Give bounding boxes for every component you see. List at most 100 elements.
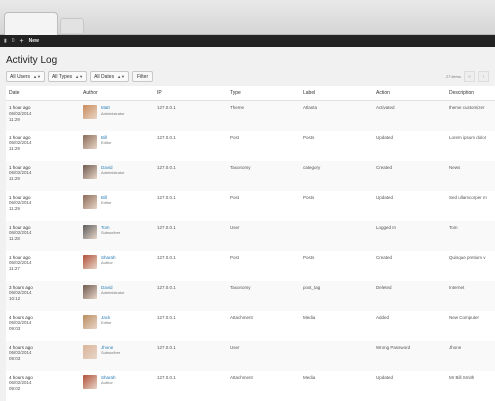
author-role: Editor <box>101 320 112 326</box>
type-cell: Post <box>230 194 240 200</box>
author-cell: Jhone Subscriber <box>80 341 154 371</box>
author-cell: Matt Administrator <box>80 101 154 131</box>
author-cell: Tom Subscriber <box>80 221 154 251</box>
author-role: Author <box>101 380 113 386</box>
avatar <box>83 134 97 149</box>
avatar <box>83 105 97 119</box>
time-value: 09:03 <box>9 326 21 332</box>
description-cell: Quisque pretium v <box>449 254 486 260</box>
label-cell: Media <box>303 314 316 320</box>
ip-cell: 127.0.0.1 <box>157 105 176 110</box>
action-cell: Activated <box>376 105 395 110</box>
filter-button[interactable]: Filter <box>132 71 154 82</box>
description-cell: Lorem ipsum dolor <box>449 134 487 140</box>
description-cell: Sed ullamcorper m <box>449 194 487 200</box>
table-row: 1 hour ago 06/02/2014 11:28 Tom Subscriber 12… <box>6 220 495 251</box>
plus-icon[interactable]: + <box>20 38 24 45</box>
type-cell: User <box>230 344 240 350</box>
author-role: Subscriber <box>101 230 121 236</box>
pagination: 27 items « ‹ <box>446 71 489 82</box>
label-cell <box>300 341 373 371</box>
column-header-description[interactable]: Description <box>446 86 495 101</box>
first-page-button[interactable]: « <box>464 71 475 82</box>
type-cell: Attachment <box>230 314 253 320</box>
action-cell: Wrong Password <box>376 344 411 350</box>
author-cell: Bill Editor <box>80 131 154 161</box>
ip-cell: 127.0.0.1 <box>157 344 176 350</box>
ip-cell: 127.0.0.1 <box>157 374 176 380</box>
date-cell: 1 hour ago 06/02/2014 11:27 <box>6 251 80 281</box>
date-cell: 4 hours ago 06/02/2014 09:03 <box>6 311 80 341</box>
browser-tab[interactable] <box>4 12 58 35</box>
avatar <box>83 374 97 389</box>
label-cell: Atlanta <box>303 105 318 110</box>
type-cell: User <box>230 224 240 230</box>
avatar <box>83 254 97 269</box>
ip-cell: 127.0.0.1 <box>157 164 176 170</box>
select-arrows-icon: ▲▼ <box>117 74 125 79</box>
date-cell: 3 hours ago 06/02/2014 10:12 <box>6 281 80 311</box>
label-cell: Media <box>303 374 316 380</box>
description-cell: theme customizer <box>449 105 485 110</box>
action-cell: Created <box>376 164 393 170</box>
new-tab-button[interactable] <box>60 18 84 33</box>
avatar <box>83 314 97 329</box>
author-role: Administrator <box>101 110 125 116</box>
time-value: 11:29 <box>9 176 20 182</box>
label-cell: Posts <box>303 134 315 140</box>
column-header-action[interactable]: Action <box>373 86 446 101</box>
avatar <box>83 284 97 299</box>
comments-count[interactable]: 0 <box>12 38 15 44</box>
table-row: 1 hour ago 06/02/2014 11:29 Matt Administrat… <box>6 100 495 131</box>
label-cell: post_tag <box>303 284 321 290</box>
action-cell: Updated <box>376 374 394 380</box>
column-header-type[interactable]: Type <box>227 86 300 101</box>
prev-page-button[interactable]: ‹ <box>478 71 489 82</box>
main-content: Activity Log All Users ▲▼ All Types ▲▼ All… <box>0 47 495 401</box>
time-value: 11:27 <box>9 266 20 272</box>
time-value: 10:12 <box>9 296 21 302</box>
column-header-label[interactable]: Label <box>300 86 373 101</box>
action-cell: Updated <box>376 134 394 140</box>
ip-cell: 127.0.0.1 <box>157 224 176 230</box>
date-cell: 1 hour ago 06/02/2014 11:29 <box>6 101 80 131</box>
table-row: 1 hour ago 06/02/2014 11:27 Sharah Author 127… <box>6 251 495 281</box>
time-value: 09:02 <box>9 386 21 392</box>
label-cell <box>300 221 373 251</box>
time-value: 11:28 <box>9 236 20 242</box>
page-title: Activity Log <box>6 55 58 66</box>
new-menu-label[interactable]: New <box>29 38 39 44</box>
types-filter-select[interactable]: All Types ▲▼ <box>47 71 88 82</box>
dates-filter-select[interactable]: All Dates ▲▼ <box>90 71 129 82</box>
select-arrows-icon: ▲▼ <box>33 74 41 79</box>
users-filter-select[interactable]: All Users ▲▼ <box>6 71 45 82</box>
author-cell: David Administrator <box>80 161 154 191</box>
column-header-author[interactable]: Author <box>80 86 154 101</box>
type-cell: Post <box>230 134 240 140</box>
label-cell: Posts <box>303 194 315 200</box>
avatar <box>83 164 97 179</box>
table-row: 1 hour ago 06/02/2014 11:29 Bill Editor 127.0… <box>6 191 495 221</box>
action-cell: Created <box>376 254 393 260</box>
date-cell: 1 hour ago 06/02/2014 11:29 <box>6 131 80 161</box>
action-cell: Added <box>376 314 390 320</box>
ip-cell: 127.0.0.1 <box>157 284 176 290</box>
description-cell: Tom <box>449 224 458 230</box>
ip-cell: 127.0.0.1 <box>157 314 176 320</box>
avatar <box>83 194 97 209</box>
author-role: Editor <box>101 200 112 206</box>
column-header-date[interactable]: Date <box>6 86 80 101</box>
browser-chrome <box>0 0 495 35</box>
comment-icon[interactable]: ▮ <box>4 38 7 44</box>
table-row: 3 hours ago 06/02/2014 10:12 David Administr… <box>6 280 495 311</box>
ip-cell: 127.0.0.1 <box>157 134 176 140</box>
author-cell: Jack Editor <box>80 311 154 341</box>
author-role: Editor <box>101 140 112 146</box>
table-header-row: Date Author IP Type Label Action Descrip… <box>6 86 495 101</box>
author-role: Subscriber <box>101 350 121 356</box>
ip-cell: 127.0.0.1 <box>157 254 176 260</box>
time-value: 11:29 <box>9 206 20 212</box>
author-role: Author <box>101 260 113 266</box>
description-cell: Internet <box>449 284 465 290</box>
column-header-ip[interactable]: IP <box>154 86 227 101</box>
